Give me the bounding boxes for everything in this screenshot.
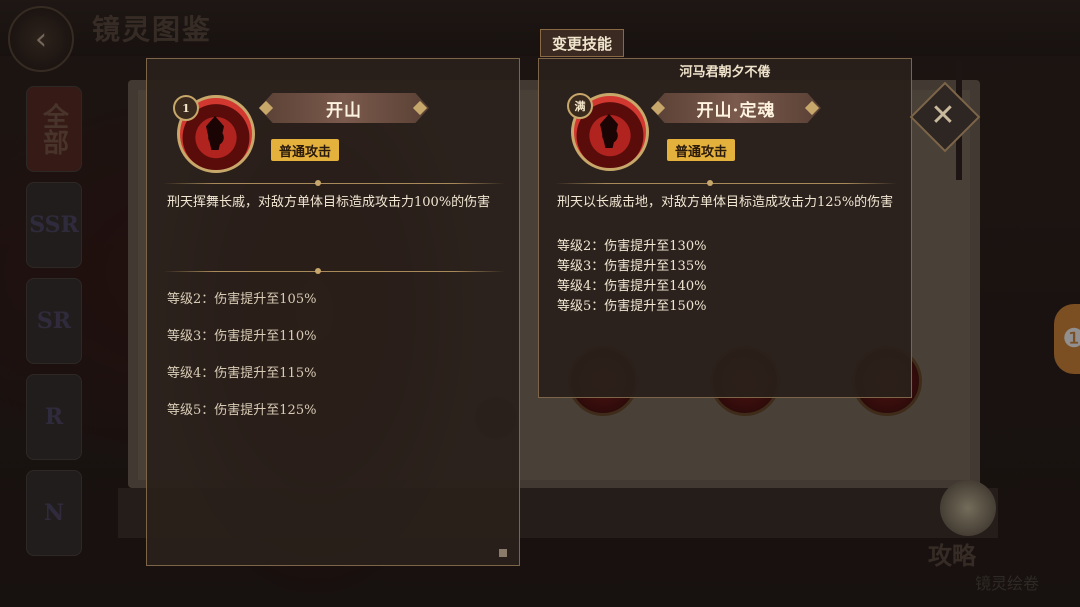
popup-title: 变更技能: [540, 29, 624, 57]
skill-source: 河马君朝夕不倦: [679, 65, 771, 80]
skill-name: 开山·定魂: [651, 93, 821, 123]
divider: [163, 183, 505, 184]
level-upgrade-line: 等级3：伤害提升至110%: [167, 329, 317, 344]
divider-knob: [707, 180, 713, 186]
level-upgrade-line: 等级5：伤害提升至125%: [167, 403, 317, 418]
skill-type-tag: 普通攻击: [271, 139, 340, 161]
level-upgrade-line: 等级4：伤害提升至115%: [167, 366, 317, 381]
skill-level-badge: 满: [567, 93, 593, 119]
level-upgrade-line: 等级2：伤害提升至130%: [557, 239, 707, 254]
skill-description: 刑天挥舞长戚，对敌方单体目标造成攻击力100%的伤害: [167, 195, 491, 210]
skill-level-badge: 1: [173, 95, 199, 121]
skill-description: 刑天以长戚击地，对敌方单体目标造成攻击力125%的伤害: [557, 195, 894, 210]
scroll-corner-icon: [499, 549, 507, 557]
divider: [163, 271, 505, 272]
level-upgrade-line: 等级3：伤害提升至135%: [557, 259, 707, 274]
skill-type-tag: 普通攻击: [667, 139, 736, 161]
divider: [555, 183, 897, 184]
divider-knob: [315, 268, 321, 274]
divider-knob: [315, 180, 321, 186]
new-skill-panel: 河马君朝夕不倦 满 开山·定魂 普通攻击 刑天以长戚击地，对敌方单体目标造成攻击…: [538, 58, 912, 398]
close-icon[interactable]: ✕: [920, 92, 966, 138]
skill-name: 开山: [259, 93, 429, 123]
current-skill-panel: 1 开山 普通攻击 刑天挥舞长戚，对敌方单体目标造成攻击力100%的伤害 等级2…: [146, 58, 520, 566]
level-upgrade-line: 等级5：伤害提升至150%: [557, 299, 707, 314]
level-upgrade-line: 等级4：伤害提升至140%: [557, 279, 707, 294]
level-upgrade-line: 等级2：伤害提升至105%: [167, 292, 317, 307]
